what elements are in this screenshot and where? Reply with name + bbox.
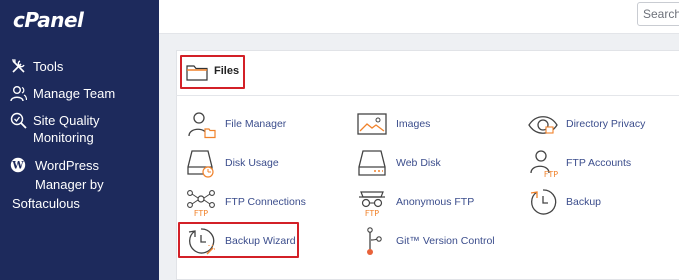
sidebar-item-site-quality[interactable]: Site Quality Monitoring (10, 112, 99, 146)
tools-icon (12, 59, 25, 73)
tool-label: Disk Usage (225, 157, 279, 169)
tool-label: Git™ Version Control (396, 235, 495, 247)
sidebar-item-tools[interactable]: Tools (10, 58, 63, 75)
git-icon (367, 227, 382, 255)
folder-icon (186, 65, 208, 81)
web-disk-icon (358, 150, 386, 176)
files-panel-header[interactable] (176, 50, 679, 96)
sidebar: cPanel Tools Manage Team Site Quality Mo… (0, 0, 159, 280)
sidebar-item-manage-team[interactable]: Manage Team (10, 85, 115, 102)
cpanel-window: cPanel Tools Manage Team Site Quality Mo… (0, 0, 679, 280)
anonymous-ftp-icon: FTP (359, 191, 385, 218)
images-icon (357, 113, 387, 135)
tool-label: Backup Wizard (225, 235, 296, 247)
ftp-badge: FTP (194, 209, 208, 218)
ftp-accounts-icon: FTP (530, 150, 558, 179)
wordpress-icon: W (10, 157, 26, 173)
top-bar (159, 0, 679, 34)
tool-label: Web Disk (396, 157, 441, 169)
cpanel-logo[interactable]: cPanel (13, 8, 84, 32)
search-input[interactable]: Search (637, 2, 679, 26)
sidebar-item-label: Manager by (35, 177, 104, 192)
file-manager-icon (188, 112, 216, 139)
sidebar-item-label: WordPress (35, 158, 100, 173)
tool-label: Anonymous FTP (396, 196, 475, 208)
directory-privacy-icon (528, 116, 558, 134)
tool-label: Images (396, 118, 431, 130)
users-icon (10, 86, 27, 102)
svg-text:FTP: FTP (544, 170, 558, 179)
sidebar-item-label: Manage Team (33, 86, 116, 101)
backup-icon (530, 189, 557, 215)
ftp-connections-icon: FTP (187, 190, 215, 218)
tool-label: Directory Privacy (566, 118, 646, 130)
sidebar-item-label: Site Quality Monitoring (33, 113, 100, 145)
backup-wizard-icon (188, 228, 215, 255)
sidebar-item-label: Softaculous (12, 196, 80, 211)
tool-label: FTP Accounts (566, 157, 632, 169)
ftp-badge: FTP (365, 209, 379, 218)
tool-label: FTP Connections (225, 196, 306, 208)
tool-label: File Manager (225, 118, 287, 130)
disk-usage-icon (187, 150, 214, 178)
section-title: Files (214, 65, 240, 77)
sidebar-item-label: Tools (33, 59, 64, 74)
svg-text:W: W (11, 161, 24, 172)
site-quality-icon (10, 112, 27, 129)
tool-label: Backup (566, 196, 602, 208)
